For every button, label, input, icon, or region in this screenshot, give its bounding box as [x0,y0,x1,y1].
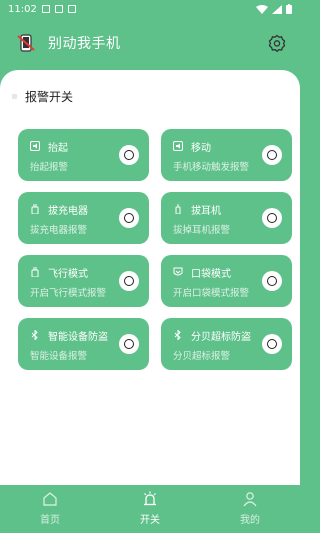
battery-icon [286,4,292,14]
toggle-switch[interactable] [119,271,139,291]
card-subtitle: 开启口袋模式报警 [173,288,250,299]
card-decibel[interactable]: 分贝超标防盗 分贝超标报警 [161,318,292,370]
card-airplane[interactable]: 飞行模式 开启飞行模式报警 [18,255,149,307]
status-time: 11:02 [8,3,37,15]
notification-icon [67,5,76,13]
bluetooth-icon [31,330,38,340]
nav-item-home[interactable]: 首页 [0,486,100,533]
card-title: 口袋模式 [191,269,231,280]
toggle-switch[interactable] [119,145,139,165]
speaker-icon [30,141,40,151]
card-subtitle: 手机移动触发报警 [173,162,250,173]
nav-item-profile[interactable]: 我的 [200,486,300,533]
earphone-plug-icon [175,204,181,214]
app-title: 别动我手机 [48,36,121,52]
home-icon [43,492,57,506]
card-title: 飞行模式 [48,269,88,280]
card-title: 智能设备防盗 [48,332,108,343]
nav-label: 开关 [140,515,160,526]
card-lift[interactable]: 抬起 抬起报警 [18,129,149,181]
pocket-icon [173,267,183,276]
section-header: 报警开关 [12,88,73,105]
card-pocket[interactable]: 口袋模式 开启口袋模式报警 [161,255,292,307]
charger-icon [31,204,39,214]
nav-item-switch[interactable]: 开关 [100,486,200,533]
card-title: 拔耳机 [191,206,221,217]
toggle-switch[interactable] [119,334,139,354]
card-smart-device[interactable]: 智能设备防盗 智能设备报警 [18,318,149,370]
toggle-switch[interactable] [262,271,282,291]
card-charger[interactable]: 拔充电器 拔充电器报警 [18,192,149,244]
notification-icon [41,5,50,13]
card-subtitle: 抬起报警 [30,162,69,173]
nav-label: 首页 [40,515,60,526]
section-dot [12,94,17,99]
card-subtitle: 拔掉耳机报警 [173,225,231,236]
card-title: 分贝超标防盗 [191,332,251,343]
card-subtitle: 拔充电器报警 [30,225,88,236]
alarm-icon [144,491,156,506]
charger-icon [31,267,39,277]
toggle-switch[interactable] [262,145,282,165]
card-title: 抬起 [48,143,68,154]
settings-gear-icon[interactable] [268,34,286,52]
toggle-switch[interactable] [262,334,282,354]
content-sheet: 报警开关 抬起 抬起报警 移动 手机移动触发报警 拔充电器 拔充电器报警 拔耳机… [0,70,300,485]
profile-icon [243,492,257,507]
status-bar: 11:02 [0,0,300,18]
speaker-icon [173,141,183,151]
nav-label: 我的 [240,515,260,526]
notification-icon [54,5,63,13]
card-move[interactable]: 移动 手机移动触发报警 [161,129,292,181]
bluetooth-icon [174,330,181,340]
card-subtitle: 分贝超标报警 [173,351,231,362]
card-subtitle: 开启飞行模式报警 [30,288,107,299]
app-logo-icon [17,34,35,52]
bottom-nav: 首页 开关 我的 [0,486,300,533]
card-subtitle: 智能设备报警 [30,351,88,362]
card-earphone[interactable]: 拔耳机 拔掉耳机报警 [161,192,292,244]
toggle-switch[interactable] [262,208,282,228]
card-title: 拔充电器 [48,206,88,217]
signal-icon [272,4,282,14]
toggle-switch[interactable] [119,208,139,228]
wifi-icon [256,4,268,14]
section-title: 报警开关 [25,90,74,104]
app-bar: 别动我手机 [0,26,300,60]
card-title: 移动 [191,143,211,154]
